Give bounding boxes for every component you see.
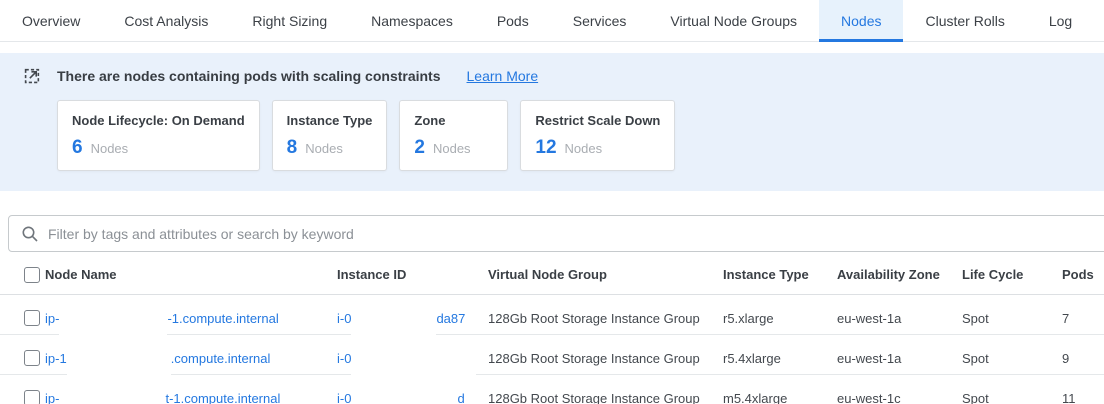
card-value: 8 <box>287 137 298 159</box>
life-cycle-cell: Spot <box>962 391 1062 404</box>
col-life-cycle: Life Cycle <box>962 267 1062 282</box>
tab-namespaces[interactable]: Namespaces <box>349 0 475 41</box>
virtual-node-group-cell: 128Gb Root Storage Instance Group <box>488 311 723 326</box>
row-checkbox[interactable] <box>24 350 40 366</box>
card-value: 6 <box>72 137 83 159</box>
pods-cell: 9 <box>1062 351 1104 366</box>
col-instance-type: Instance Type <box>723 267 837 282</box>
col-virtual-node-group: Virtual Node Group <box>488 267 723 282</box>
node-name-link[interactable]: ip-t-1.compute.internal <box>45 375 280 404</box>
availability-zone-cell: eu-west-1a <box>837 351 962 366</box>
card-zone: Zone 2 Nodes <box>399 100 508 171</box>
tab-cluster-rolls[interactable]: Cluster Rolls <box>903 0 1026 41</box>
col-availability-zone: Availability Zone <box>837 267 962 282</box>
tab-right-sizing[interactable]: Right Sizing <box>230 0 349 41</box>
card-value: 12 <box>535 137 556 159</box>
tab-nodes[interactable]: Nodes <box>819 0 903 41</box>
tab-log[interactable]: Log <box>1027 0 1094 41</box>
card-unit: Nodes <box>433 141 471 156</box>
instance-id-link[interactable]: i-0d <box>337 375 465 404</box>
scaling-constraints-banner: There are nodes containing pods with sca… <box>0 53 1104 191</box>
card-title: Instance Type <box>287 113 373 128</box>
card-unit: Nodes <box>565 141 603 156</box>
search-input[interactable] <box>48 226 1101 242</box>
col-instance-id: Instance ID <box>337 267 488 282</box>
instance-type-cell: m5.4xlarge <box>723 391 837 404</box>
life-cycle-cell: Spot <box>962 351 1062 366</box>
availability-zone-cell: eu-west-1a <box>837 311 962 326</box>
tab-overview[interactable]: Overview <box>0 0 102 41</box>
banner-message: There are nodes containing pods with sca… <box>57 68 441 84</box>
cluster-tab-bar: Overview Cost Analysis Right Sizing Name… <box>0 0 1104 42</box>
card-unit: Nodes <box>305 141 343 156</box>
filter-search-bar[interactable] <box>8 215 1104 252</box>
table-row[interactable]: ip-1.compute.internal i-0 128Gb Root Sto… <box>0 335 1104 375</box>
table-row[interactable]: ip--1.compute.internal i-0da87 128Gb Roo… <box>0 295 1104 335</box>
table-header-row: Node Name Instance ID Virtual Node Group… <box>0 255 1104 295</box>
card-title: Restrict Scale Down <box>535 113 660 128</box>
card-title: Node Lifecycle: On Demand <box>72 113 245 128</box>
learn-more-link[interactable]: Learn More <box>467 68 539 84</box>
card-node-lifecycle: Node Lifecycle: On Demand 6 Nodes <box>57 100 260 171</box>
card-title: Zone <box>414 113 493 128</box>
tab-services[interactable]: Services <box>551 0 649 41</box>
select-all-checkbox[interactable] <box>24 267 40 283</box>
virtual-node-group-cell: 128Gb Root Storage Instance Group <box>488 391 723 404</box>
life-cycle-cell: Spot <box>962 311 1062 326</box>
virtual-node-group-cell: 128Gb Root Storage Instance Group <box>488 351 723 366</box>
row-checkbox[interactable] <box>24 310 40 326</box>
scale-up-icon <box>24 67 41 84</box>
card-unit: Nodes <box>91 141 129 156</box>
redacted-text <box>59 375 165 404</box>
search-icon <box>21 225 39 243</box>
redacted-text <box>351 375 457 404</box>
col-node-name: Node Name <box>45 267 337 282</box>
card-value: 2 <box>414 137 425 159</box>
col-pods: Pods <box>1062 267 1104 282</box>
row-checkbox[interactable] <box>24 390 40 404</box>
constraint-summary-cards: Node Lifecycle: On Demand 6 Nodes Instan… <box>57 100 1080 171</box>
tab-cost-analysis[interactable]: Cost Analysis <box>102 0 230 41</box>
instance-type-cell: r5.4xlarge <box>723 351 837 366</box>
nodes-table: Node Name Instance ID Virtual Node Group… <box>0 255 1104 404</box>
instance-type-cell: r5.xlarge <box>723 311 837 326</box>
card-instance-type: Instance Type 8 Nodes <box>272 100 388 171</box>
pods-cell: 11 <box>1062 391 1104 404</box>
card-restrict-scale-down: Restrict Scale Down 12 Nodes <box>520 100 675 171</box>
tab-virtual-node-groups[interactable]: Virtual Node Groups <box>648 0 819 41</box>
availability-zone-cell: eu-west-1c <box>837 391 962 404</box>
tab-pods[interactable]: Pods <box>475 0 551 41</box>
pods-cell: 7 <box>1062 311 1104 326</box>
